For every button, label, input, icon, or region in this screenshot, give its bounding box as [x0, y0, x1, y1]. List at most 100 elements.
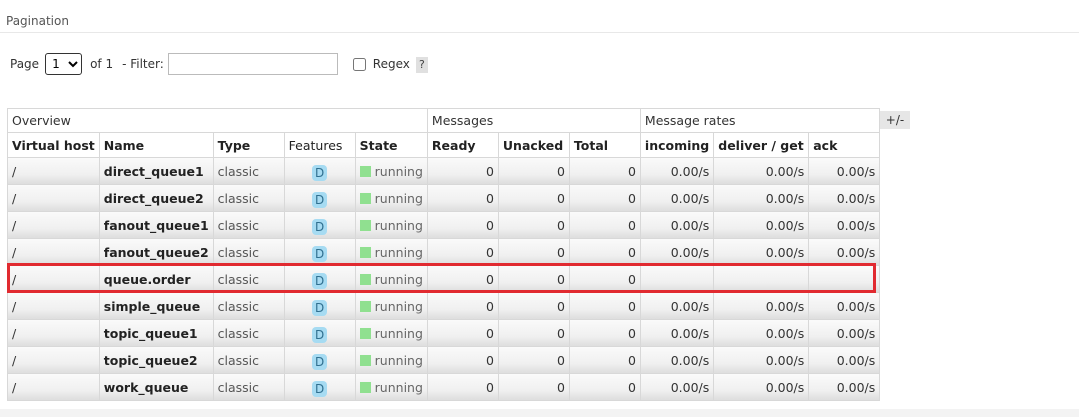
durable-badge: D: [312, 381, 328, 397]
running-status-icon: [359, 165, 371, 177]
col-ack[interactable]: ack: [808, 132, 881, 158]
col-name[interactable]: Name: [98, 132, 214, 158]
cell-ack: [808, 265, 881, 293]
col-unacked[interactable]: Unacked: [497, 132, 570, 158]
cell-incoming: 0.00/s: [639, 157, 715, 185]
cell-incoming: 0.00/s: [639, 184, 715, 212]
queue-name-link[interactable]: direct_queue2: [98, 184, 214, 212]
col-total[interactable]: Total: [568, 132, 641, 158]
running-status-icon: [359, 300, 371, 312]
cell-deliver-get: 0.00/s: [713, 373, 810, 401]
cell-vhost: /: [7, 292, 100, 320]
cell-state: running: [354, 211, 428, 239]
running-status-icon: [359, 327, 371, 339]
cell-vhost: /: [7, 211, 100, 239]
running-status-icon: [359, 273, 371, 285]
cell-unacked: 0: [497, 238, 570, 266]
durable-badge: D: [312, 327, 328, 343]
cell-type: classic: [212, 265, 285, 293]
filter-input[interactable]: [167, 53, 338, 75]
cell-features: D: [283, 319, 356, 347]
cell-total: 0: [568, 346, 641, 374]
running-status-icon: [359, 246, 371, 258]
cell-ack: 0.00/s: [808, 211, 881, 239]
group-message-rates: Message rates: [639, 108, 881, 133]
cell-features: D: [283, 292, 356, 320]
cell-type: classic: [212, 373, 285, 401]
cell-state: running: [354, 373, 428, 401]
cell-state: running: [354, 346, 428, 374]
cell-deliver-get: 0.00/s: [713, 184, 810, 212]
cell-ack: 0.00/s: [808, 238, 881, 266]
table-row: / fanout_queue1 classic Drunning 0 0 0 0.00/s 0.…: [7, 211, 881, 239]
durable-badge: D: [312, 192, 328, 208]
col-type[interactable]: Type: [212, 132, 285, 158]
cell-total: 0: [568, 319, 641, 347]
queue-name-link[interactable]: fanout_queue1: [98, 211, 214, 239]
table-row: / simple_queue classic Drunning 0 0 0 0.00/s 0.0…: [7, 292, 881, 320]
cell-features: D: [283, 157, 356, 185]
state-label: running: [374, 325, 423, 341]
bottom-strip: [0, 409, 1079, 417]
col-features: Features: [283, 132, 356, 158]
cell-ack: 0.00/s: [808, 373, 881, 401]
cell-vhost: /: [7, 346, 100, 374]
cell-deliver-get: 0.00/s: [713, 292, 810, 320]
cell-incoming: [639, 265, 715, 293]
col-deliver-get[interactable]: deliver / get: [713, 132, 810, 158]
group-messages: Messages: [426, 108, 641, 133]
column-toggle-button[interactable]: +/-: [880, 111, 910, 129]
cell-vhost: /: [7, 265, 100, 293]
durable-badge: D: [312, 273, 328, 289]
queue-name-link[interactable]: topic_queue2: [98, 346, 214, 374]
cell-incoming: 0.00/s: [639, 319, 715, 347]
queue-name-link[interactable]: work_queue: [98, 373, 214, 401]
cell-state: running: [354, 157, 428, 185]
table-row: / queue.order classic Drunning 0 0 0: [7, 265, 881, 293]
col-incoming[interactable]: incoming: [639, 132, 715, 158]
cell-unacked: 0: [497, 211, 570, 239]
pagination-bar: Page 1 of 1 - Filter: Regex ?: [10, 52, 428, 76]
cell-vhost: /: [7, 184, 100, 212]
col-state[interactable]: State: [354, 132, 428, 158]
running-status-icon: [359, 192, 371, 204]
cell-ready: 0: [426, 211, 499, 239]
state-label: running: [374, 163, 423, 179]
cell-total: 0: [568, 265, 641, 293]
queue-name-link[interactable]: queue.order: [98, 265, 214, 293]
cell-ack: 0.00/s: [808, 319, 881, 347]
cell-deliver-get: 0.00/s: [713, 211, 810, 239]
cell-state: running: [354, 319, 428, 347]
cell-type: classic: [212, 157, 285, 185]
cell-ack: 0.00/s: [808, 292, 881, 320]
queue-name-link[interactable]: fanout_queue2: [98, 238, 214, 266]
queue-name-link[interactable]: topic_queue1: [98, 319, 214, 347]
regex-checkbox[interactable]: [352, 57, 366, 71]
cell-incoming: 0.00/s: [639, 238, 715, 266]
cell-ready: 0: [426, 184, 499, 212]
cell-features: D: [283, 265, 356, 293]
page-select[interactable]: 1: [45, 53, 83, 75]
cell-deliver-get: [713, 265, 810, 293]
cell-type: classic: [212, 346, 285, 374]
page-count: of 1: [90, 57, 114, 71]
state-label: running: [374, 352, 423, 368]
cell-deliver-get: 0.00/s: [713, 346, 810, 374]
queue-name-link[interactable]: direct_queue1: [98, 157, 214, 185]
col-virtual-host[interactable]: Virtual host: [7, 132, 100, 158]
cell-state: running: [354, 292, 428, 320]
durable-badge: D: [312, 219, 328, 235]
durable-badge: D: [312, 300, 328, 316]
col-ready[interactable]: Ready: [426, 132, 499, 158]
cell-state: running: [354, 238, 428, 266]
queue-name-link[interactable]: simple_queue: [98, 292, 214, 320]
cell-incoming: 0.00/s: [639, 373, 715, 401]
cell-features: D: [283, 238, 356, 266]
cell-total: 0: [568, 211, 641, 239]
cell-total: 0: [568, 157, 641, 185]
regex-help-button[interactable]: ?: [415, 57, 428, 73]
cell-type: classic: [212, 292, 285, 320]
cell-total: 0: [568, 238, 641, 266]
cell-type: classic: [212, 211, 285, 239]
cell-ready: 0: [426, 157, 499, 185]
